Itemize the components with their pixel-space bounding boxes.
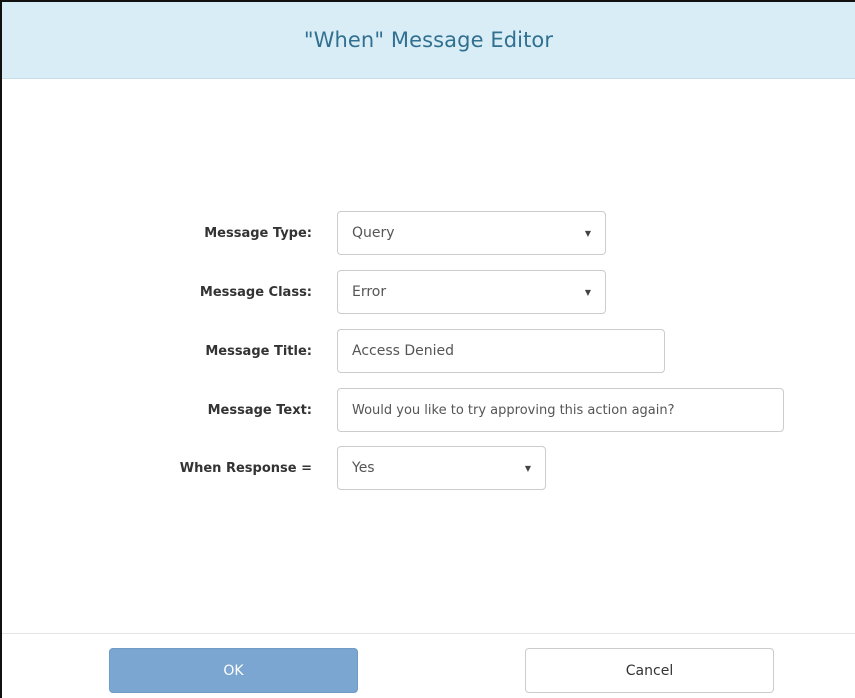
message-text-input[interactable]: Would you like to try approving this act… [337, 388, 784, 432]
message-title-input[interactable]: Access Denied [337, 329, 665, 373]
message-class-select[interactable]: Error ▼ [337, 270, 606, 314]
caret-down-icon: ▼ [584, 287, 591, 297]
caret-down-icon: ▼ [584, 228, 591, 238]
when-response-value: Yes [352, 460, 375, 476]
message-text-label: Message Text: [207, 402, 312, 418]
message-type-label: Message Type: [204, 225, 312, 241]
message-type-value: Query [352, 225, 395, 241]
dialog-header: "When" Message Editor [2, 2, 855, 79]
message-editor-dialog: "When" Message Editor Message Type: Quer… [0, 0, 855, 698]
message-title-value: Access Denied [352, 343, 455, 359]
when-response-row: When Response = Yes ▼ [2, 446, 855, 490]
cancel-button[interactable]: Cancel [525, 648, 774, 693]
ok-button[interactable]: OK [109, 648, 358, 693]
when-response-select[interactable]: Yes ▼ [337, 446, 546, 490]
message-text-row: Message Text: Would you like to try appr… [2, 388, 855, 432]
message-title-row: Message Title: Access Denied [2, 329, 855, 373]
caret-down-icon: ▼ [524, 463, 531, 473]
message-class-row: Message Class: Error ▼ [2, 270, 855, 314]
dialog-title: "When" Message Editor [303, 28, 554, 52]
footer-divider [2, 633, 855, 634]
message-type-select[interactable]: Query ▼ [337, 211, 606, 255]
message-class-value: Error [352, 284, 387, 300]
when-response-label: When Response = [179, 460, 312, 476]
message-type-row: Message Type: Query ▼ [2, 211, 855, 255]
message-class-label: Message Class: [199, 284, 312, 300]
message-text-value: Would you like to try approving this act… [352, 402, 675, 418]
message-title-label: Message Title: [205, 343, 312, 359]
